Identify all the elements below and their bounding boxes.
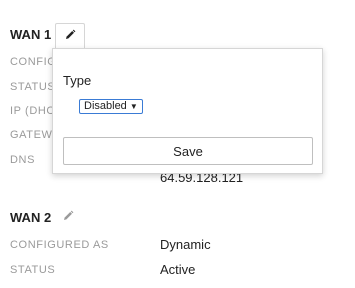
wan1-configured-label: CONFIG [10,56,57,68]
wan1-ip-label: IP (DHC [10,105,55,117]
wan2-title: WAN 2 [10,210,52,225]
pencil-icon [64,28,76,46]
type-select-value: Disabled [84,100,127,112]
wan1-gateway-label: GATEW [10,129,53,141]
wan1-title: WAN 1 [10,27,52,42]
pencil-icon [62,209,74,227]
wan2-status-label: STATUS [10,264,56,276]
wan1-status-label: STATUS [10,81,56,93]
wan2-edit-button[interactable] [60,209,76,227]
type-label: Type [63,73,92,88]
wan2-status-value: Active [160,262,196,277]
type-select[interactable]: Disabled ▼ [79,99,143,114]
wan1-dns-label: DNS [10,154,36,166]
wan1-type-popover: Type Disabled ▼ Save [52,48,323,174]
wan2-configured-value: Dynamic [160,237,211,252]
wan1-edit-button[interactable] [55,23,85,49]
wan2-configured-label: CONFIGURED AS [10,239,109,251]
triangle-down-icon: ▼ [129,102,138,111]
save-button[interactable]: Save [63,137,313,165]
wan-settings-page: WAN 1 CONFIG STATUS IP (DHC GATEW DNS 64… [0,0,355,288]
